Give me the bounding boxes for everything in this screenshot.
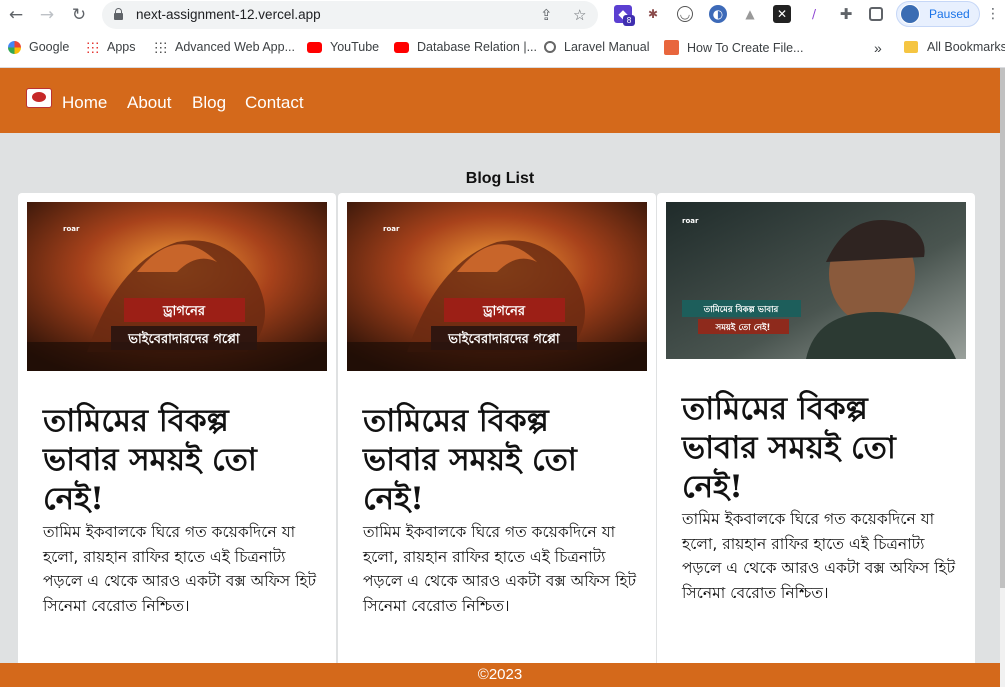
bookmark-label: Laravel Manual [564,40,650,54]
blog-card-excerpt: তামিম ইকবালকে ঘিরে গত কয়েকদিনে যা হলো, … [43,523,317,615]
profile-button[interactable]: Paused [896,1,980,27]
nav-home-link[interactable]: Home [62,93,107,113]
smiley-extension-icon[interactable]: ◡ [677,6,693,22]
image-caption-line2: ভাইবেরাদারদের গপ্পো [447,330,561,347]
more-menu-icon[interactable]: ⋮ [986,6,1000,22]
bookmark-all-bookmarks[interactable]: All Bookmarks [904,40,1005,54]
pen-extension-icon[interactable]: / [805,5,823,23]
apps-grid-icon [86,40,99,54]
bookmark-label: Apps [107,40,136,54]
nav-blog-link[interactable]: Blog [192,93,226,113]
blog-card-title[interactable]: তামিমের বিকল্প ভাবার সময়ই তো নেই! [43,402,313,519]
nav-about-link[interactable]: About [127,93,171,113]
page-scrollbar[interactable] [1000,68,1005,687]
image-caption-line2: সময়ই তো নেই! [715,321,771,333]
browser-chrome: ← → ↻ next-assignment-12.vercel.app ⇪ ☆ … [0,0,1005,68]
blog-card[interactable]: ড্রাগনের ভাইবেরাদারদের গপ্পো roar তামিমে… [18,193,336,673]
blog-card-image[interactable]: তামিমের বিকল্প ভাবার সময়ই তো নেই! roar [666,202,966,359]
google-icon [8,40,21,54]
bookmark-label: Database Relation |... [417,40,537,54]
gear-icon [544,41,556,53]
bookmark-label: All Bookmarks [927,40,1005,54]
bug-extension-icon[interactable]: ✱ [644,5,662,23]
image-brand: roar [682,217,699,225]
profile-label: Paused [929,7,970,21]
x-extension-icon[interactable]: ✕ [773,5,791,23]
image-caption-line2: ভাইবেরাদারদের গপ্পো [127,330,241,347]
site-footer: ©2023 [0,663,1000,687]
website-viewport: Home About Blog Contact Blog List ড্রাগন… [0,68,1000,687]
blog-card-image[interactable]: ড্রাগনের ভাইবেরাদারদের গপ্পো roar [27,202,327,371]
compass-extension-icon[interactable]: ◐ [709,5,727,23]
blog-card-title[interactable]: তামিমের বিকল্প ভাবার সময়ই তো নেই! [682,390,952,507]
blog-card[interactable]: ড্রাগনের ভাইবেরাদারদের গপ্পো roar তামিমে… [338,193,656,673]
bookmark-laravel-manual[interactable]: Laravel Manual [544,40,649,54]
puzzle-extensions-icon[interactable]: ✚ [837,5,855,23]
lock-icon [114,8,123,20]
bookmark-youtube[interactable]: YouTube [307,40,379,54]
back-arrow-icon[interactable]: ← [5,4,27,26]
bookmark-advanced-web-app[interactable]: Advanced Web App... [154,40,295,54]
image-brand: roar [383,225,400,233]
share-icon[interactable]: ⇪ [540,6,553,24]
dots-grid-icon [154,40,167,54]
triangle-extension-icon[interactable]: ▲ [741,5,759,23]
blog-card-image[interactable]: ড্রাগনের ভাইবেরাদারদের গপ্পো roar [347,202,647,371]
bookmark-label: Advanced Web App... [175,40,295,54]
blog-card-excerpt: তামিম ইকবালকে ঘিরে গত কয়েকদিনে যা হলো, … [363,523,637,615]
site-header: Home About Blog Contact [0,68,1000,133]
bookmarks-bar: Google Apps Advanced Web App... YouTube … [0,38,1005,60]
image-caption-line1: ড্রাগনের [482,304,526,319]
bookmark-label: Google [29,40,70,54]
blog-card-excerpt: তামিম ইকবালকে ঘিরে গত কয়েকদিনে যা হলো, … [682,510,956,602]
address-bar[interactable]: next-assignment-12.vercel.app ⇪ ☆ [102,1,598,29]
image-caption-line1: তামিমের বিকল্প ভাবার [703,303,780,315]
bookmark-label: YouTube [330,40,380,54]
bookmark-apps[interactable]: Apps [86,40,136,54]
blog-card[interactable]: তামিমের বিকল্প ভাবার সময়ই তো নেই! roar … [657,193,975,673]
forward-arrow-icon[interactable]: → [36,4,58,26]
youtube-icon [394,41,409,53]
blog-list-title: Blog List [465,170,535,187]
folder-icon [904,41,918,53]
reload-icon[interactable]: ↻ [68,4,90,26]
bookmark-star-icon[interactable]: ☆ [573,6,586,24]
browser-toolbar: ← → ↻ next-assignment-12.vercel.app ⇪ ☆ … [0,0,1005,30]
more-bookmarks-chevron[interactable]: » [874,40,882,56]
site-logo[interactable] [26,88,52,108]
url-text[interactable]: next-assignment-12.vercel.app [136,7,321,22]
bookmark-how-to-create-file[interactable]: How To Create File... [664,40,803,55]
bookmark-label: How To Create File... [687,40,804,55]
sidebar-toggle-icon[interactable] [869,7,883,21]
nav-contact-link[interactable]: Contact [245,93,304,113]
bookmark-database-relation[interactable]: Database Relation |... [394,40,537,54]
scrollbar-thumb[interactable] [1000,68,1005,588]
extension-badge: 8 [623,15,635,26]
image-caption-line1: ড্রাগনের [162,304,206,319]
avatar [900,4,920,24]
image-brand: roar [63,225,80,233]
youtube-icon [307,41,322,53]
ll-logo-icon [664,40,679,55]
bookmark-google[interactable]: Google [8,40,69,54]
blog-card-title[interactable]: তামিমের বিকল্প ভাবার সময়ই তো নেই! [363,402,633,519]
